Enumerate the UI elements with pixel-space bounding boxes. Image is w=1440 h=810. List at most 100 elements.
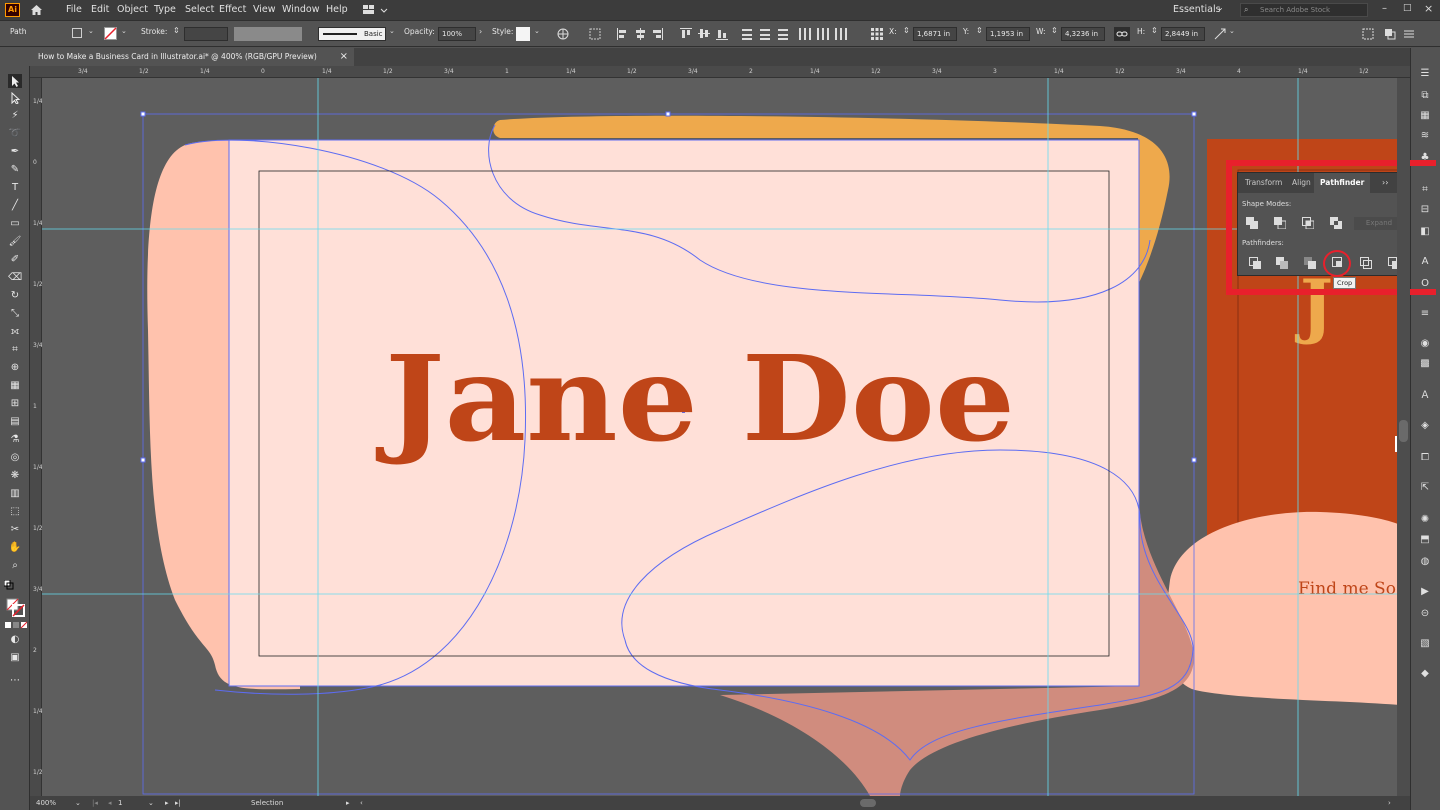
last-artboard-icon[interactable]: ▸| <box>175 796 181 810</box>
line-tool-icon[interactable]: ╱ <box>8 200 22 212</box>
variable-width-profile[interactable] <box>234 27 302 41</box>
arrange-icon[interactable] <box>1384 28 1396 40</box>
graphic-style-swatch[interactable] <box>516 27 530 41</box>
close-window-button[interactable]: × <box>1424 2 1433 15</box>
artwork[interactable]: J Find me So Jane Doe <box>42 78 1397 796</box>
free-transform-tool-icon[interactable]: ⌗ <box>8 344 22 356</box>
blend-tool-icon[interactable]: ◎ <box>8 452 22 464</box>
align-distribute-icons[interactable] <box>616 27 866 41</box>
glyphs-panel-icon[interactable]: Ａ <box>1418 390 1432 402</box>
canvas[interactable]: J Find me So Jane Doe <box>42 78 1397 796</box>
minimize-button[interactable]: – <box>1382 3 1387 14</box>
drawing-mode-icon[interactable]: ◐ <box>8 634 22 646</box>
default-colors-icon[interactable] <box>4 580 14 590</box>
color-guide-panel-icon[interactable]: ⬒ <box>1418 534 1432 546</box>
w-input[interactable]: 4,3236 in <box>1061 27 1105 41</box>
fill-swatch[interactable] <box>72 28 82 38</box>
chevron-down-icon[interactable]: ⌄ <box>534 27 540 35</box>
stock-search[interactable]: ⌕ Search Adobe Stock <box>1240 3 1368 17</box>
pen-tool-icon[interactable]: ✒ <box>8 146 22 158</box>
chevron-right-icon[interactable]: › <box>479 27 482 36</box>
color-panel-icon[interactable]: ✺ <box>1418 514 1432 526</box>
shape-builder-tool-icon[interactable]: ⊕ <box>8 362 22 374</box>
fill-stroke-icon[interactable] <box>6 598 26 618</box>
selection-tool-icon[interactable] <box>8 74 22 88</box>
artboards-panel-icon[interactable]: ⧠ <box>1418 452 1432 464</box>
stroke-weight-input[interactable] <box>184 27 228 41</box>
eraser-tool-icon[interactable]: ⌫ <box>8 272 22 284</box>
more-tools-icon[interactable]: ⋯ <box>8 675 22 687</box>
rectangle-tool-icon[interactable]: ▭ <box>8 218 22 230</box>
scroll-right-icon[interactable]: › <box>1388 796 1391 810</box>
stroke-weight-stepper[interactable]: ⇕ <box>173 26 180 35</box>
h-input[interactable]: 2,8449 in <box>1161 27 1205 41</box>
zoom-tool-icon[interactable]: ⌕ <box>8 560 22 572</box>
slice-tool-icon[interactable]: ✂ <box>8 524 22 536</box>
chevron-down-icon[interactable]: ⌄ <box>389 27 395 35</box>
rotate-tool-icon[interactable]: ↻ <box>8 290 22 302</box>
first-artboard-icon[interactable]: |◂ <box>92 796 98 810</box>
y-stepper[interactable]: ⇕ <box>976 26 983 35</box>
magic-wand-tool-icon[interactable]: ⚡ <box>8 110 22 122</box>
chevron-down-icon[interactable]: ⌄ <box>88 27 94 35</box>
menu-help[interactable]: Help <box>326 0 348 20</box>
layers-panel-icon[interactable]: ◈ <box>1418 420 1432 432</box>
status-menu-icon[interactable]: ▸ <box>346 796 350 810</box>
next-artboard-icon[interactable]: ▸ <box>165 796 169 810</box>
hand-tool-icon[interactable]: ✋ <box>8 542 22 554</box>
menu-window[interactable]: Window <box>282 0 319 20</box>
constrain-proportions-icon[interactable] <box>1114 27 1130 41</box>
export-panel-icon[interactable]: ⇱ <box>1418 482 1432 494</box>
scroll-left-icon[interactable]: ‹ <box>360 796 363 810</box>
panel-menu-icon[interactable] <box>1403 28 1415 40</box>
y-input[interactable]: 1,1953 in <box>986 27 1030 41</box>
close-tab-icon[interactable]: × <box>340 48 348 66</box>
x-input[interactable]: 1,6871 in <box>913 27 957 41</box>
chevron-down-icon[interactable]: ⌄ <box>1217 3 1224 12</box>
w-stepper[interactable]: ⇕ <box>1051 26 1058 35</box>
recolor-artwork-icon[interactable] <box>557 28 569 40</box>
menu-view[interactable]: View <box>253 0 276 20</box>
opacity-input[interactable]: 100% <box>438 27 476 41</box>
menu-edit[interactable]: Edit <box>91 0 109 20</box>
brush-definition[interactable]: Basic <box>318 27 386 41</box>
maximize-button[interactable]: □ <box>1403 3 1412 13</box>
curvature-tool-icon[interactable]: ✎ <box>8 164 22 176</box>
stroke-swatch[interactable] <box>104 27 117 40</box>
menu-effect[interactable]: Effect <box>219 0 246 20</box>
width-tool-icon[interactable]: ⟗ <box>8 326 22 338</box>
gradient-tool-icon[interactable]: ▤ <box>8 416 22 428</box>
eyedropper-tool-icon[interactable]: ⚗ <box>8 434 22 446</box>
mesh-tool-icon[interactable]: ⊞ <box>8 398 22 410</box>
actions-panel-icon[interactable]: ▶ <box>1418 586 1432 598</box>
horizontal-scroll-thumb[interactable] <box>860 799 876 807</box>
column-graph-tool-icon[interactable]: ▥ <box>8 488 22 500</box>
links-panel-icon[interactable]: ⊝ <box>1418 608 1432 620</box>
paragraph-panel-icon[interactable]: ≡ <box>1418 308 1432 320</box>
properties-panel-icon[interactable]: ☰ <box>1418 68 1432 80</box>
graphic-styles-panel-icon[interactable]: ▩ <box>1418 358 1432 370</box>
appearance-panel-icon[interactable]: ◉ <box>1418 338 1432 350</box>
brushes-panel-icon[interactable]: ≋ <box>1418 130 1432 142</box>
home-icon[interactable] <box>30 4 43 16</box>
transparency-panel-icon[interactable]: ▧ <box>1418 638 1432 650</box>
menu-object[interactable]: Object <box>117 0 148 20</box>
isolate-icon[interactable] <box>1362 28 1374 40</box>
direct-selection-tool-icon[interactable] <box>8 92 22 104</box>
previous-artboard-icon[interactable]: ◂ <box>108 796 112 810</box>
menu-file[interactable]: File <box>66 0 82 20</box>
menu-select[interactable]: Select <box>185 0 214 20</box>
chevron-down-icon[interactable]: ⌄ <box>1229 27 1235 35</box>
chevron-down-icon[interactable]: ⌄ <box>75 796 81 810</box>
perspective-grid-tool-icon[interactable]: ▦ <box>8 380 22 392</box>
symbol-sprayer-tool-icon[interactable]: ❋ <box>8 470 22 482</box>
collapse-panels-icon[interactable]: ◆ <box>1418 668 1432 680</box>
transform-icon[interactable] <box>1213 27 1227 41</box>
artboard-tool-icon[interactable]: ⬚ <box>8 506 22 518</box>
shaper-tool-icon[interactable]: ✐ <box>8 254 22 266</box>
x-stepper[interactable]: ⇕ <box>903 26 910 35</box>
vertical-scrollbar[interactable] <box>1397 78 1410 796</box>
paintbrush-tool-icon[interactable]: 🖌 <box>8 236 22 248</box>
arrange-documents-icon[interactable] <box>362 4 390 16</box>
vertical-scroll-thumb[interactable] <box>1399 420 1408 442</box>
